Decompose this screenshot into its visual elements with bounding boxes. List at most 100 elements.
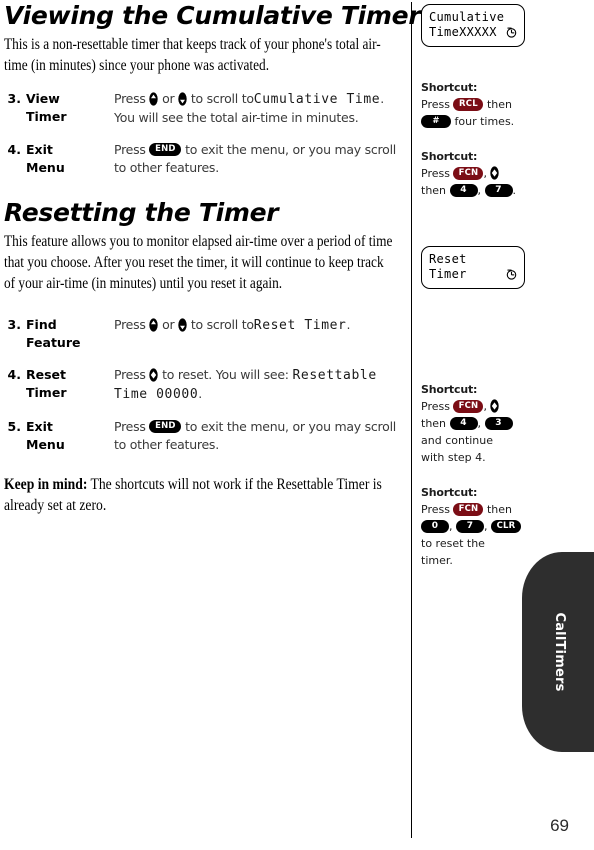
step-number: 4. [7,142,21,157]
step-label-line: Timer [26,385,67,400]
step-label: Reset Timer [26,366,114,402]
step-text: . [380,91,384,106]
nav-select-icon [149,367,159,382]
fcn-key-icon: FCN [453,399,484,413]
reset-timer-display: Reset Timer [421,246,525,289]
nav-up-icon [149,91,159,106]
display-line: Cumulative [429,10,517,25]
step-description-line: Press END to exit the menu, or you may s… [114,418,396,436]
steps-list-viewing: 3. View Timer Press or to scroll toCumul… [4,90,397,177]
display-text: Timer [429,267,467,281]
clr-key-icon: CLR [491,519,521,533]
shortcut-text: . [512,184,517,197]
lcd-text: Cumulative Time [253,92,381,107]
step-text: to exit the menu, or you may scroll [185,419,397,434]
step-label: Exit Menu [26,141,114,177]
shortcut-text: , [483,400,487,413]
step-description: Press to reset. You will see: Resettable… [114,366,396,404]
step-item: 3. View Timer Press or to scroll toCumul… [4,90,396,127]
nav-down-icon [178,91,187,106]
step-label-line: Timer [26,109,67,124]
display-text: TimeXXXXX [429,25,497,39]
step-text: . [346,317,351,332]
step-label-line: Reset [26,367,66,382]
step-text: Press [114,367,146,382]
step-text: or [162,91,175,106]
nav-select-icon [490,399,500,413]
shortcut-text: then [486,98,512,111]
shortcut-row: then 4, 3 [421,415,551,432]
shortcut-title: Shortcut: [421,383,478,396]
step-label-line: View [26,91,60,106]
steps-list-resetting: 3. Find Feature Press or to scroll toRes… [4,316,397,454]
shortcut-row: and continue [421,434,494,447]
step-text: Press [114,91,146,106]
shortcut-row: Press RCL then [421,96,551,113]
pound-key-icon: # [421,114,451,128]
display-text: Cumulative [429,10,505,24]
step-description-line: Press or to scroll toCumulative Time. [114,90,396,109]
manual-page: Viewing the Cumulative Timer This is a n… [0,0,594,850]
step-label-line: Menu [26,160,65,175]
step-label-line: Exit [26,419,53,434]
shortcut-text: then [486,503,512,516]
digit-4-key-icon: 4 [449,416,478,430]
step-label: Find Feature [26,316,114,352]
step-text: Press [114,419,146,434]
step-text: or [162,317,175,332]
step-description-line: Press to reset. You will see: Resettable [114,366,396,385]
main-content-column: Viewing the Cumulative Timer This is a n… [0,0,421,532]
chapter-thumb-tab: CallTimers [522,552,594,752]
shortcut-text: Press [421,400,450,413]
digit-7-key-icon: 7 [456,519,484,533]
shortcut-text: Press [421,98,450,111]
step-text: to reset. You will see: [162,367,289,382]
step-label: View Timer [26,90,114,126]
end-key-icon: END [149,420,182,433]
step-description: Press or to scroll toCumulative Time. Yo… [114,90,396,127]
shortcut-text: four times. [454,115,515,128]
step-text: Press [114,317,146,332]
step-number: 3. [7,91,21,106]
display-line: TimeXXXXX [429,25,517,40]
step-description-line: Press or to scroll toReset Timer. [114,316,396,335]
step-description-line: Press END to exit the menu, or you may s… [114,141,396,159]
shortcut-block: Shortcut: Press FCN, then 4, 7. [421,148,551,199]
digit-4-key-icon: 4 [449,183,478,197]
fcn-key-icon: FCN [453,166,484,180]
keep-in-mind-note: Keep in mind: The shortcuts will not wor… [4,474,397,516]
shortcut-row: then 4, 7. [421,182,551,199]
rcl-key-icon: RCL [453,97,484,111]
page-number: 69 [550,816,569,835]
step-description-line: Time 00000. [114,385,396,404]
display-text: Reset [429,252,467,266]
section-heading-resetting-the-timer: Resetting the Timer [4,198,279,227]
shortcut-text: then [421,417,447,430]
step-number: 4. [7,367,21,382]
step-text: . [198,386,203,401]
digit-0-key-icon: 0 [421,519,449,533]
shortcut-text: , [449,520,453,533]
shortcut-title: Shortcut: [421,150,478,163]
shortcut-text: , [477,184,482,197]
step-description-line: to other features. [114,437,219,452]
step-text: to scroll to [190,317,254,332]
shortcut-row: Press FCN, [421,398,551,415]
step-item: 5. Exit Menu Press END to exit the menu,… [4,418,397,454]
keep-in-mind-label: Keep in mind: [4,476,88,493]
digit-3-key-icon: 3 [484,416,513,430]
cumulative-timer-display: Cumulative TimeXXXXX [421,4,525,47]
step-label-line: Menu [26,437,65,452]
step-description-line: to other features. [114,160,219,175]
step-text: to exit the menu, or you may scroll [185,142,397,157]
fcn-key-icon: FCN [453,502,484,516]
section-intro-resetting: This feature allows you to monitor elaps… [4,233,393,292]
display-line: Timer [429,267,517,282]
digit-7-key-icon: 7 [484,183,513,197]
step-number: 3. [7,317,21,332]
nav-select-icon [490,166,500,180]
step-label: Exit Menu [26,418,114,454]
shortcut-text: Press [421,503,450,516]
nav-up-icon [149,317,159,332]
step-description: Press or to scroll toReset Timer. [114,316,396,335]
